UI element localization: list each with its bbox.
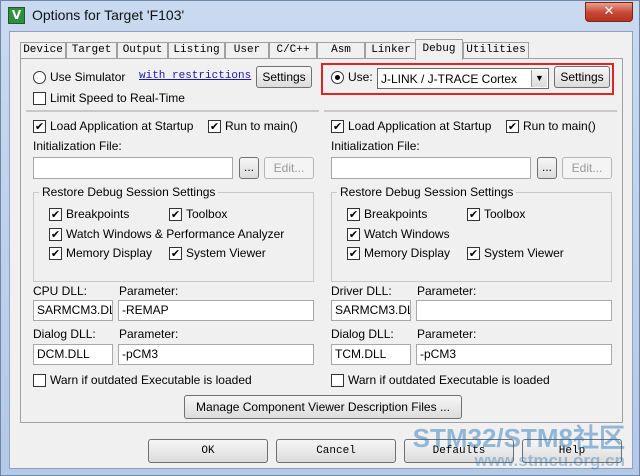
left-system-viewer-label: System Viewer <box>186 246 266 260</box>
right-memory-display-checkbox[interactable]: ✔ <box>347 247 360 260</box>
left-warn-outdated-checkbox[interactable] <box>33 374 46 387</box>
tab-utilities[interactable]: Utilities <box>463 42 529 59</box>
simulator-settings-button[interactable]: Settings <box>256 66 312 88</box>
left-toolbox-label: Toolbox <box>186 207 228 221</box>
right-load-app-label: Load Application at Startup <box>348 119 492 133</box>
left-cpu-dll-param-label: Parameter: <box>119 284 179 298</box>
right-memory-display-label: Memory Display <box>364 246 451 260</box>
left-toolbox-checkbox[interactable]: ✔ <box>169 208 182 221</box>
right-restore-group-title: Restore Debug Session Settings <box>337 185 517 199</box>
left-watch-windows-label: Watch Windows & Performance Analyzer <box>66 227 285 241</box>
right-dialog-param-label: Parameter: <box>417 327 477 341</box>
right-watch-windows-label: Watch Windows <box>364 227 450 241</box>
left-watch-windows-checkbox[interactable]: ✔ <box>49 228 62 241</box>
debugger-select[interactable]: J-LINK / J-TRACE Cortex ▼ <box>377 68 549 89</box>
right-divider-top <box>324 110 617 112</box>
left-breakpoints-label: Breakpoints <box>66 207 130 221</box>
use-label: Use: <box>348 70 373 84</box>
left-load-app-checkbox[interactable]: ✔ <box>33 120 46 133</box>
right-toolbox-checkbox[interactable]: ✔ <box>467 208 480 221</box>
left-restore-group-title: Restore Debug Session Settings <box>39 185 219 199</box>
left-cpu-dll-param-input[interactable]: -REMAP <box>118 300 314 321</box>
watermark-logo: STM32/STM8社区 <box>412 423 625 453</box>
debugger-settings-button[interactable]: Settings <box>554 66 610 88</box>
left-breakpoints-checkbox[interactable]: ✔ <box>49 208 62 221</box>
tab-device[interactable]: Device <box>20 42 66 59</box>
right-dialog-dll-input[interactable]: TCM.DLL <box>331 344 411 365</box>
right-run-to-main-label: Run to main() <box>523 119 596 133</box>
right-breakpoints-checkbox[interactable]: ✔ <box>347 208 360 221</box>
use-simulator-radio[interactable] <box>33 71 46 84</box>
dialog-client: Device Target Output Listing User C/C++ … <box>9 31 633 469</box>
right-breakpoints-label: Breakpoints <box>364 207 428 221</box>
right-run-to-main-checkbox[interactable]: ✔ <box>506 120 519 133</box>
keil-app-icon: V <box>8 7 25 24</box>
right-init-file-input[interactable] <box>331 157 531 179</box>
left-dialog-dll-input[interactable]: DCM.DLL <box>33 344 113 365</box>
tab-output[interactable]: Output <box>117 42 168 59</box>
watermark-url: www.stmcu.org.cn <box>474 451 625 470</box>
tab-target[interactable]: Target <box>66 42 117 59</box>
right-dialog-param-input[interactable]: -pCM3 <box>416 344 612 365</box>
right-toolbox-label: Toolbox <box>484 207 526 221</box>
window-title: Options for Target 'F103' <box>32 7 185 23</box>
right-warn-outdated-label: Warn if outdated Executable is loaded <box>348 373 550 387</box>
left-cpu-dll-label: CPU DLL: <box>33 284 88 298</box>
cancel-button[interactable]: Cancel <box>276 439 396 463</box>
right-watch-windows-checkbox[interactable]: ✔ <box>347 228 360 241</box>
right-init-file-label: Initialization File: <box>331 139 420 153</box>
left-init-file-label: Initialization File: <box>33 139 122 153</box>
limit-speed-label: Limit Speed to Real-Time <box>50 91 185 105</box>
chevron-down-icon[interactable]: ▼ <box>531 70 547 87</box>
right-warn-outdated-checkbox[interactable] <box>331 374 344 387</box>
right-init-browse-button[interactable]: ... <box>537 157 557 179</box>
left-warn-outdated-label: Warn if outdated Executable is loaded <box>50 373 252 387</box>
left-load-app-label: Load Application at Startup <box>50 119 194 133</box>
right-driver-dll-input[interactable]: SARMCM3.DLL <box>331 300 411 321</box>
left-memory-display-checkbox[interactable]: ✔ <box>49 247 62 260</box>
right-system-viewer-label: System Viewer <box>484 246 564 260</box>
tab-linker[interactable]: Linker <box>365 42 417 59</box>
tab-debug[interactable]: Debug <box>415 39 463 60</box>
right-driver-dll-label: Driver DLL: <box>331 284 392 298</box>
with-restrictions-link[interactable]: with restrictions <box>139 70 251 82</box>
right-system-viewer-checkbox[interactable]: ✔ <box>467 247 480 260</box>
left-cpu-dll-input[interactable]: SARMCM3.DLL <box>33 300 113 321</box>
left-dialog-param-label: Parameter: <box>119 327 179 341</box>
left-run-to-main-label: Run to main() <box>225 119 298 133</box>
left-dialog-dll-label: Dialog DLL: <box>33 327 96 341</box>
debug-tab-page: Use Simulator with restrictions Settings… <box>20 58 623 423</box>
use-simulator-label: Use Simulator <box>50 70 126 84</box>
left-system-viewer-checkbox[interactable]: ✔ <box>169 247 182 260</box>
manage-component-viewer-button[interactable]: Manage Component Viewer Description File… <box>184 395 462 419</box>
left-init-edit-button: Edit... <box>264 157 314 179</box>
options-dialog: V Options for Target 'F103' ✕ Device Tar… <box>0 0 640 476</box>
title-bar: V Options for Target 'F103' ✕ <box>1 1 639 31</box>
left-init-file-input[interactable] <box>33 157 233 179</box>
left-divider-top <box>26 110 319 112</box>
debugger-select-value: J-LINK / J-TRACE Cortex <box>381 72 518 86</box>
tab-listing[interactable]: Listing <box>168 42 225 59</box>
close-button[interactable]: ✕ <box>585 2 633 22</box>
tab-asm[interactable]: Asm <box>317 42 365 59</box>
right-init-edit-button: Edit... <box>562 157 612 179</box>
right-load-app-checkbox[interactable]: ✔ <box>331 120 344 133</box>
left-memory-display-label: Memory Display <box>66 246 153 260</box>
use-debugger-radio[interactable] <box>331 71 344 84</box>
right-dialog-dll-label: Dialog DLL: <box>331 327 394 341</box>
limit-speed-checkbox[interactable] <box>33 92 46 105</box>
left-run-to-main-checkbox[interactable]: ✔ <box>208 120 221 133</box>
right-driver-param-label: Parameter: <box>417 284 477 298</box>
tab-user[interactable]: User <box>225 42 269 59</box>
right-driver-param-input[interactable] <box>416 300 612 321</box>
left-dialog-param-input[interactable]: -pCM3 <box>118 344 314 365</box>
tab-c-cpp[interactable]: C/C++ <box>269 42 317 59</box>
left-init-browse-button[interactable]: ... <box>239 157 259 179</box>
ok-button[interactable]: OK <box>148 439 268 463</box>
